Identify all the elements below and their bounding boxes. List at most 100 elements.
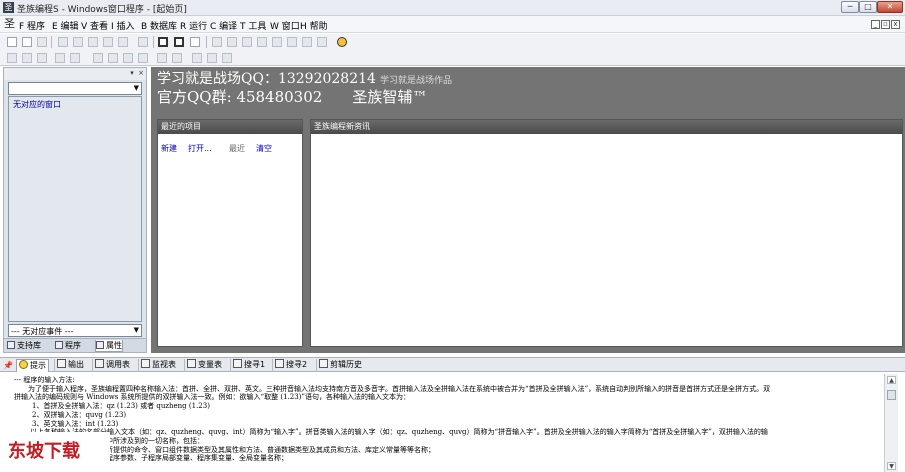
find-icon[interactable] <box>138 37 148 47</box>
open-project-link[interactable]: 打开... <box>188 143 212 154</box>
mdi-close-button[interactable]: x <box>891 20 900 29</box>
event-combo[interactable]: --- 无对应事件 --- ▼ <box>8 324 142 337</box>
same-size-icon[interactable] <box>123 53 133 63</box>
new-project-link[interactable]: 新建 <box>161 143 177 154</box>
start-page: 学习就是战场QQ：13292028214 学习就是战场作品 官方QQ群: 4584… <box>151 67 905 353</box>
mdi-minimize-button[interactable]: _ <box>871 20 880 29</box>
event-list[interactable]: 无对应的窗口 <box>8 96 142 322</box>
same-width-icon[interactable] <box>93 53 103 63</box>
menu-help[interactable]: H 帮助 <box>300 19 328 32</box>
tips-line: 3、英文输入法：int (1.23) <box>32 419 119 428</box>
panel-close-icon[interactable]: × <box>137 69 145 77</box>
menu-view[interactable]: V 查看 <box>81 19 108 32</box>
layout-view-icon[interactable] <box>158 37 168 47</box>
clear-recent-link[interactable]: 清空 <box>256 143 272 154</box>
tab-output[interactable]: 输出 <box>54 359 86 372</box>
align-left-icon[interactable] <box>7 53 17 63</box>
menu-program[interactable]: F 程序 <box>19 19 45 32</box>
menu-window[interactable]: W 窗口 <box>270 19 300 32</box>
menu-database[interactable]: B 数据库 <box>141 19 177 32</box>
same-height-icon[interactable] <box>108 53 118 63</box>
tips-line: 程序中所涉及到的一切名称，包括： <box>92 436 204 445</box>
cut-icon[interactable] <box>58 37 68 47</box>
tab-watch[interactable]: 监视表 <box>138 359 178 372</box>
center-vertical-icon[interactable] <box>192 53 202 63</box>
align-middle-icon[interactable] <box>70 53 80 63</box>
scroll-thumb[interactable] <box>887 390 896 400</box>
tab-program-label: 程序 <box>65 341 81 350</box>
tab-variables[interactable]: 变量表 <box>184 359 224 372</box>
tab-order-icon[interactable] <box>222 53 232 63</box>
maximize-button[interactable]: □ <box>859 1 877 13</box>
property-icon <box>96 341 104 349</box>
mdi-restore-button[interactable]: ▫ <box>881 20 890 29</box>
search-icon <box>275 359 284 368</box>
tab-clipboard-history-label: 剪辑历史 <box>330 360 362 369</box>
window-view-icon[interactable] <box>190 37 200 47</box>
tab-search-2[interactable]: 搜寻2 <box>272 359 309 372</box>
menu-run[interactable]: R 运行 <box>180 19 207 32</box>
left-panel-tabs: 支持库 程序 属性 <box>4 338 146 352</box>
output-scrollbar[interactable]: ▲ ▼ <box>884 374 898 472</box>
app-logo-icon: 圣 <box>4 17 15 30</box>
tab-call-table[interactable]: 调用表 <box>92 359 132 372</box>
paste-icon[interactable] <box>88 37 98 47</box>
scroll-up-icon[interactable]: ▲ <box>887 376 896 384</box>
watch-icon <box>141 359 150 368</box>
step-over-icon[interactable] <box>257 37 267 47</box>
align-center-icon[interactable] <box>22 53 32 63</box>
menu-insert[interactable]: I 插入 <box>111 19 135 32</box>
run-to-cursor-icon[interactable] <box>287 37 297 47</box>
space-horizontal-icon[interactable] <box>138 53 148 63</box>
variable-icon <box>187 359 196 368</box>
redo-icon[interactable] <box>118 37 128 47</box>
split-view-icon[interactable] <box>174 37 184 47</box>
align-top-icon[interactable] <box>55 53 65 63</box>
align-right-icon[interactable] <box>37 53 47 63</box>
debug-icon[interactable] <box>337 37 347 47</box>
chevron-down-icon[interactable]: ▼ <box>134 326 139 334</box>
space-vertical-icon[interactable] <box>157 53 167 63</box>
panel-menu-icon[interactable]: ▾ <box>128 69 136 77</box>
chevron-down-icon[interactable]: ▼ <box>134 84 139 92</box>
step-into-icon[interactable] <box>242 37 252 47</box>
tab-search-1-label: 搜寻1 <box>244 360 266 369</box>
tab-tips[interactable]: 提示 <box>16 359 49 372</box>
close-button[interactable]: ✕ <box>877 1 903 13</box>
news-panel: 圣族编程新资讯 <box>310 119 903 347</box>
minimize-button[interactable]: ─ <box>841 1 859 13</box>
output-area: 📌 提示 输出 调用表 监视表 变量表 搜寻1 搜寻2 剪辑历史 --- 程序的… <box>0 357 905 472</box>
library-icon <box>7 341 15 349</box>
tab-library[interactable]: 支持库 <box>7 340 41 352</box>
tab-clipboard-history[interactable]: 剪辑历史 <box>316 359 364 372</box>
pin-icon[interactable]: 📌 <box>3 361 13 370</box>
menu-tools[interactable]: T 工具 <box>240 19 266 32</box>
clear-breakpoints-icon[interactable] <box>317 37 327 47</box>
object-combo[interactable]: ▼ <box>8 82 142 95</box>
copy-icon[interactable] <box>73 37 83 47</box>
new-file-icon[interactable] <box>7 37 17 47</box>
tab-program[interactable]: 程序 <box>55 340 81 352</box>
center-horizontal-icon[interactable] <box>172 53 182 63</box>
tab-library-label: 支持库 <box>17 341 41 350</box>
breakpoint-icon[interactable] <box>302 37 312 47</box>
news-panel-title: 圣族编程新资讯 <box>311 120 902 134</box>
standard-toolbar <box>0 34 905 50</box>
tab-search-1[interactable]: 搜寻1 <box>230 359 267 372</box>
save-icon[interactable] <box>37 37 47 47</box>
menu-edit[interactable]: E 编辑 <box>52 19 79 32</box>
menu-compile[interactable]: C 编译 <box>210 19 237 32</box>
tab-variables-label: 变量表 <box>198 360 222 369</box>
stop-icon[interactable] <box>227 37 237 47</box>
tab-property-label: 属性 <box>106 341 122 350</box>
tab-property[interactable]: 属性 <box>95 340 123 352</box>
step-out-icon[interactable] <box>272 37 282 47</box>
undo-icon[interactable] <box>103 37 113 47</box>
tips-line: 的子程序参数、子程序局部变量、程序集变量、全局变量名称； <box>92 454 288 463</box>
grid-icon[interactable] <box>207 53 217 63</box>
open-file-icon[interactable] <box>22 37 32 47</box>
scroll-down-icon[interactable]: ▼ <box>887 462 896 470</box>
run-icon[interactable] <box>212 37 222 47</box>
recent-label: 最近 <box>229 144 245 153</box>
tips-line: 以上各种输入法的名部分输入文本（如：qz、quzheng、quvg、int）简称… <box>30 428 768 437</box>
